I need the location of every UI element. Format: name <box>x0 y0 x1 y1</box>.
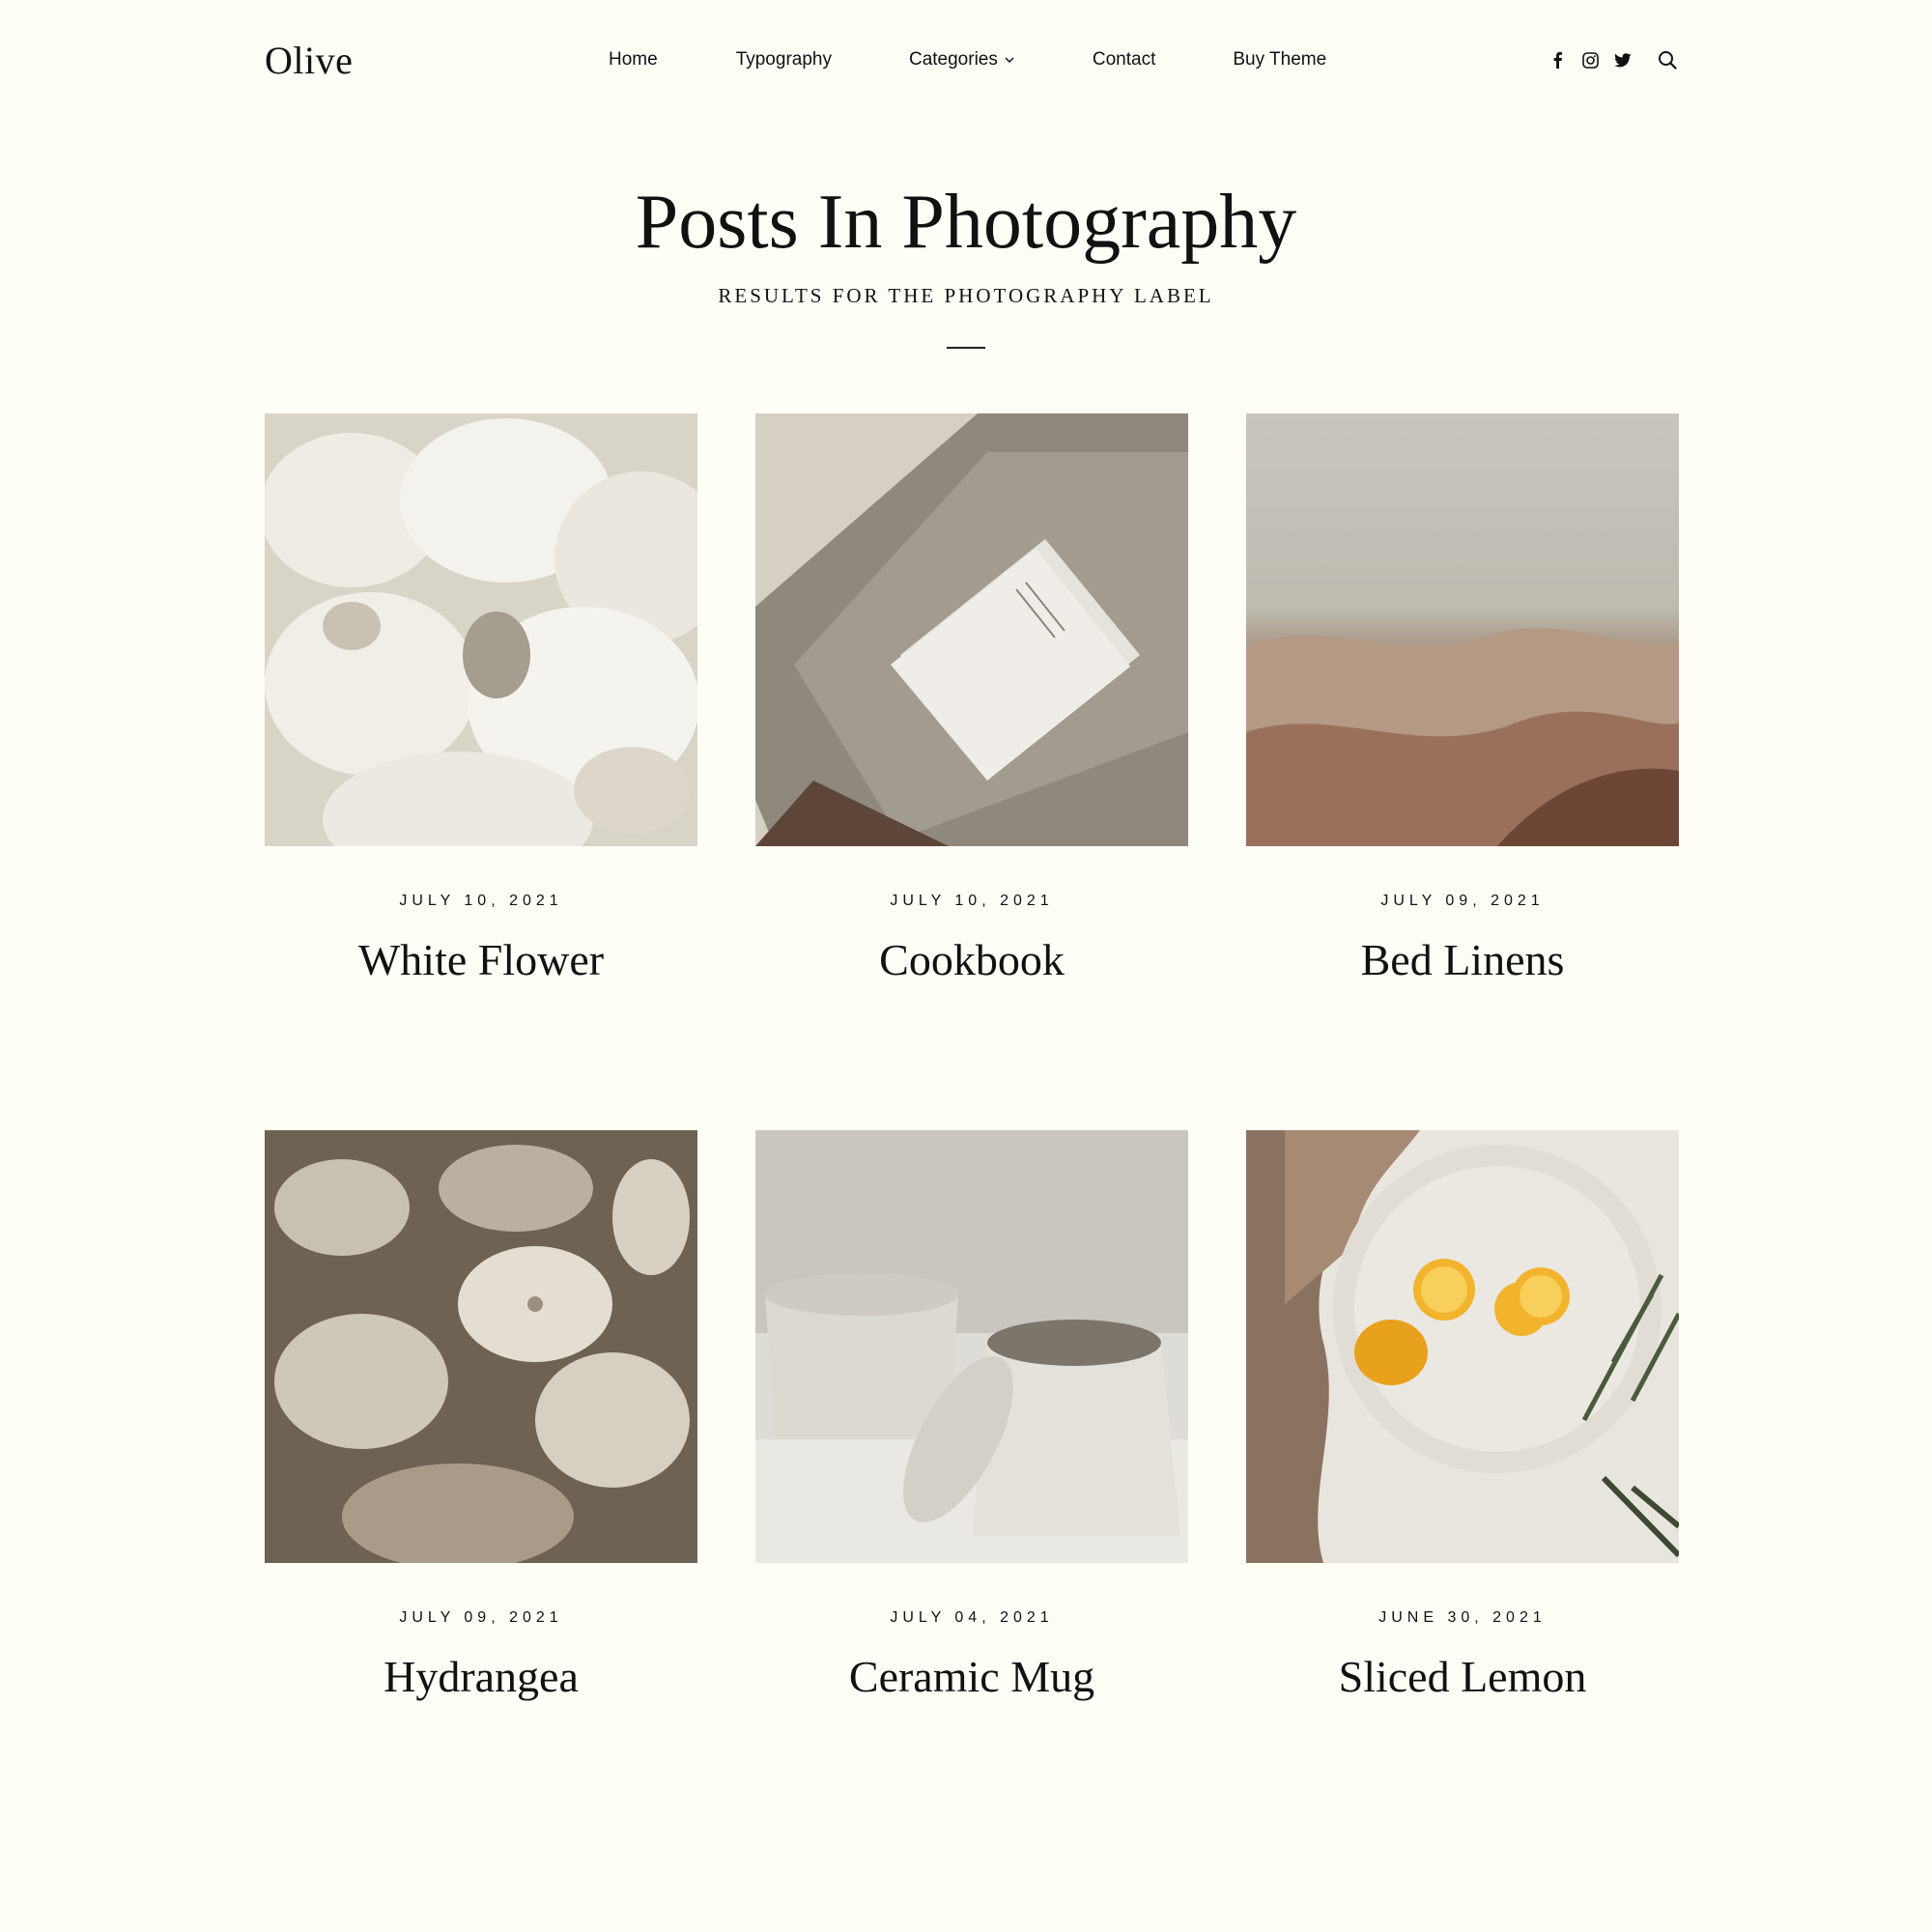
nav-categories-label: Categories <box>908 49 998 70</box>
post-date: JULY 10, 2021 <box>399 893 563 909</box>
post-thumbnail[interactable] <box>1246 1130 1679 1563</box>
site-header: Olive Home Typography Categories Contact… <box>265 29 1679 91</box>
post-thumbnail[interactable] <box>265 413 697 846</box>
post-title[interactable]: Cookbook <box>755 933 1188 987</box>
chevron-down-icon <box>1005 57 1014 64</box>
post-title[interactable]: Sliced Lemon <box>1246 1650 1679 1704</box>
post-title[interactable]: Hydrangea <box>265 1650 697 1704</box>
twitter-icon[interactable] <box>1613 50 1633 70</box>
post-card[interactable]: JULY 04, 2021 Ceramic Mug <box>755 1130 1188 1847</box>
nav-contact[interactable]: Contact <box>1093 49 1155 71</box>
page: Olive Home Typography Categories Contact… <box>0 0 1932 1932</box>
page-subtitle: RESULTS FOR THE PHOTOGRAPHY LABEL <box>718 284 1214 307</box>
instagram-icon[interactable] <box>1580 50 1600 70</box>
post-thumbnail[interactable] <box>265 1130 697 1563</box>
archive-header: Posts In Photography RESULTS FOR THE PHO… <box>0 174 1932 349</box>
post-card[interactable]: JULY 10, 2021 Cookbook <box>755 413 1188 1130</box>
facebook-icon[interactable] <box>1548 50 1567 70</box>
title-divider <box>947 347 985 349</box>
post-thumbnail[interactable] <box>755 413 1188 846</box>
site-logo[interactable]: Olive <box>265 38 353 83</box>
post-title[interactable]: Ceramic Mug <box>755 1650 1188 1704</box>
nav-buy-theme[interactable]: Buy Theme <box>1233 49 1326 71</box>
social-links <box>1548 29 1679 91</box>
post-thumbnail[interactable] <box>1246 413 1679 846</box>
posts-grid: JULY 10, 2021 White Flower JULY 10, 2021… <box>265 413 1679 1847</box>
post-thumbnail[interactable] <box>755 1130 1188 1563</box>
post-date: JULY 09, 2021 <box>399 1609 563 1626</box>
post-date: JULY 10, 2021 <box>890 893 1054 909</box>
post-title[interactable]: Bed Linens <box>1246 933 1679 987</box>
page-title: Posts In Photography <box>635 180 1297 265</box>
nav-home[interactable]: Home <box>609 49 658 71</box>
post-date: JUNE 30, 2021 <box>1378 1609 1547 1626</box>
post-card[interactable]: JULY 09, 2021 Hydrangea <box>265 1130 697 1847</box>
post-card[interactable]: JULY 09, 2021 Bed Linens <box>1246 413 1679 1130</box>
post-card[interactable]: JUNE 30, 2021 Sliced Lemon <box>1246 1130 1679 1847</box>
main-nav: Home Typography Categories Contact Buy T… <box>609 29 1326 91</box>
post-date: JULY 09, 2021 <box>1380 893 1545 909</box>
post-title[interactable]: White Flower <box>265 933 697 987</box>
nav-typography[interactable]: Typography <box>736 49 832 71</box>
post-date: JULY 04, 2021 <box>890 1609 1054 1626</box>
search-icon[interactable] <box>1656 48 1679 71</box>
post-card[interactable]: JULY 10, 2021 White Flower <box>265 413 697 1130</box>
nav-categories[interactable]: Categories <box>909 49 1015 71</box>
